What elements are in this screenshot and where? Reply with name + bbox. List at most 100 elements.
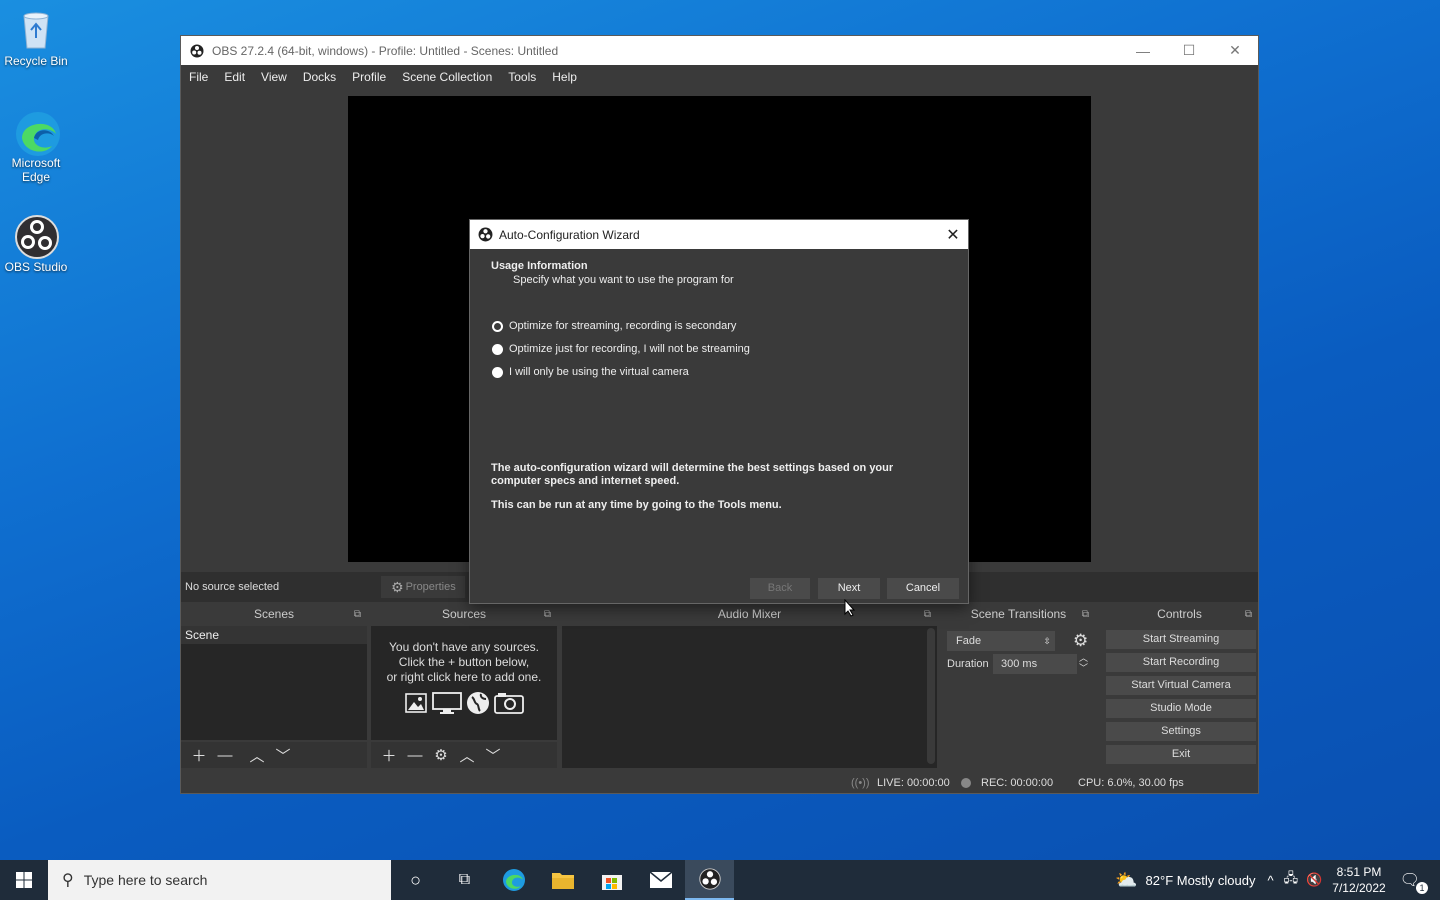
back-button[interactable]: Back [750, 578, 810, 599]
remove-icon[interactable]: — [407, 747, 423, 764]
undock-icon[interactable]: ⧉ [544, 605, 551, 624]
move-up-icon[interactable]: ︿ [459, 745, 475, 766]
notification-button[interactable]: 🗨 1 [1400, 870, 1428, 894]
clock-time: 8:51 PM [1336, 865, 1382, 879]
mouse-cursor-icon [844, 599, 856, 617]
start-streaming-button[interactable]: Start Streaming [1106, 630, 1256, 649]
menu-docks[interactable]: Docks [303, 70, 336, 84]
browser-globe-icon [467, 692, 489, 714]
cortana-button[interactable]: ○ [391, 860, 440, 900]
move-up-icon[interactable]: ︿ [249, 745, 265, 766]
option-virtual-camera[interactable]: I will only be using the virtual camera [492, 366, 689, 378]
display-icon [432, 692, 462, 714]
taskbar-edge[interactable] [489, 860, 538, 900]
start-button[interactable] [0, 860, 48, 900]
chevron-up-icon[interactable]: ^ [1268, 873, 1274, 888]
taskbar-store[interactable] [587, 860, 636, 900]
exit-button[interactable]: Exit [1106, 745, 1256, 764]
dialog-close-icon[interactable]: ✕ [938, 225, 968, 245]
obs-titlebar: OBS 27.2.4 (64-bit, windows) - Profile: … [181, 36, 1258, 65]
cpu-fps: CPU: 6.0%, 30.00 fps [1078, 777, 1184, 789]
studio-mode-button[interactable]: Studio Mode [1106, 699, 1256, 718]
usage-subheading: Specify what you want to use the program… [513, 274, 734, 286]
menu-tools[interactable]: Tools [508, 70, 536, 84]
desktop-icon-obs[interactable]: OBS Studio [0, 214, 72, 274]
cancel-button[interactable]: Cancel [887, 578, 959, 599]
taskbar-search-box[interactable]: ⚲ Type here to search [48, 860, 391, 900]
radio-selected-icon[interactable] [492, 320, 503, 332]
wizard-info-2: This can be run at any time by going to … [491, 499, 782, 511]
gear-icon[interactable]: ⚙ [433, 746, 449, 764]
volume-muted-icon[interactable]: 🔇 [1306, 872, 1322, 888]
duration-input[interactable]: 300 ms [993, 654, 1077, 674]
close-icon: ✕ [1229, 42, 1241, 58]
properties-button[interactable]: ⚙ Properties [381, 576, 465, 598]
minimize-button[interactable]: — [1120, 36, 1166, 65]
scene-item[interactable]: Scene [181, 626, 367, 644]
undock-icon[interactable]: ⧉ [1245, 605, 1252, 624]
down-icon[interactable]: ﹀ [1079, 663, 1088, 673]
task-view-button[interactable]: ⧉ [440, 860, 489, 900]
option-streaming[interactable]: Optimize for streaming, recording is sec… [492, 320, 736, 332]
sources-list[interactable]: You don't have any sources. Click the + … [371, 626, 557, 740]
windows-logo-icon [16, 872, 32, 888]
menu-profile[interactable]: Profile [352, 70, 386, 84]
add-icon[interactable]: ＋ [381, 745, 397, 766]
desktop-icon-label: OBS Studio [4, 260, 68, 274]
sources-msg-line: or right click here to add one. [386, 670, 542, 684]
sources-title: Sources [441, 607, 487, 621]
menu-edit[interactable]: Edit [224, 70, 245, 84]
recycle-bin-icon [14, 8, 58, 52]
menu-scene-collection[interactable]: Scene Collection [402, 70, 492, 84]
cortana-icon: ○ [410, 869, 421, 890]
undock-icon[interactable]: ⧉ [924, 605, 931, 624]
menu-help[interactable]: Help [552, 70, 577, 84]
weather-text[interactable]: 82°F Mostly cloudy [1146, 873, 1256, 888]
clock-date: 7/12/2022 [1332, 881, 1386, 895]
search-placeholder: Type here to search [83, 872, 208, 888]
radio-icon[interactable] [492, 343, 503, 355]
scene-transitions-dock-header: Scene Transitions ⧉ [942, 605, 1095, 624]
undock-icon[interactable]: ⧉ [1082, 605, 1089, 624]
move-down-icon[interactable]: ﹀ [275, 745, 291, 766]
clock[interactable]: 8:51 PM 7/12/2022 [1332, 864, 1385, 896]
taskbar-obs[interactable] [685, 860, 734, 900]
mixer-scrollbar[interactable] [927, 628, 935, 764]
duration-stepper[interactable]: ︿ ﹀ [1079, 653, 1088, 673]
up-icon[interactable]: ︿ [1079, 653, 1088, 663]
start-recording-button[interactable]: Start Recording [1106, 653, 1256, 672]
controls-dock-header: Controls ⧉ [1101, 605, 1258, 624]
taskbar-mail[interactable] [636, 860, 685, 900]
desktop-icon-recycle-bin[interactable]: Recycle Bin [0, 8, 72, 68]
dialog-title: Auto-Configuration Wizard [499, 227, 640, 242]
radio-icon[interactable] [492, 366, 503, 378]
store-icon [601, 875, 622, 890]
auto-config-wizard-dialog: Auto-Configuration Wizard ✕ Usage Inform… [469, 219, 969, 604]
add-icon[interactable]: ＋ [191, 745, 207, 766]
maximize-button[interactable]: ☐ [1166, 36, 1212, 65]
menu-file[interactable]: File [189, 70, 208, 84]
taskbar-file-explorer[interactable] [538, 860, 587, 900]
close-button[interactable]: ✕ [1212, 36, 1258, 65]
menu-view[interactable]: View [261, 70, 287, 84]
transition-gear-icon[interactable]: ⚙ [1073, 631, 1088, 651]
duration-label: Duration [947, 658, 989, 670]
duration-value: 300 ms [1001, 658, 1038, 670]
desktop-icon-edge[interactable]: Microsoft Edge [0, 110, 72, 184]
controls-title: Controls [1157, 607, 1202, 621]
transition-select[interactable]: Fade ⇳ [947, 631, 1055, 651]
undock-icon[interactable]: ⧉ [354, 605, 361, 624]
move-down-icon[interactable]: ﹀ [485, 745, 501, 766]
network-icon[interactable]: 🖧 [1284, 869, 1299, 891]
sources-dock-header: Sources ⧉ [371, 605, 557, 624]
option-label: Optimize just for recording, I will not … [509, 343, 750, 355]
scenes-dock-header: Scenes ⧉ [181, 605, 367, 624]
settings-button[interactable]: Settings [1106, 722, 1256, 741]
next-button[interactable]: Next [818, 578, 880, 599]
start-virtual-camera-button[interactable]: Start Virtual Camera [1106, 676, 1256, 695]
maximize-icon: ☐ [1182, 42, 1196, 58]
option-recording[interactable]: Optimize just for recording, I will not … [492, 343, 750, 355]
scenes-list[interactable]: Scene [181, 626, 367, 740]
no-source-label: No source selected [185, 581, 280, 593]
remove-icon[interactable]: — [217, 747, 233, 764]
